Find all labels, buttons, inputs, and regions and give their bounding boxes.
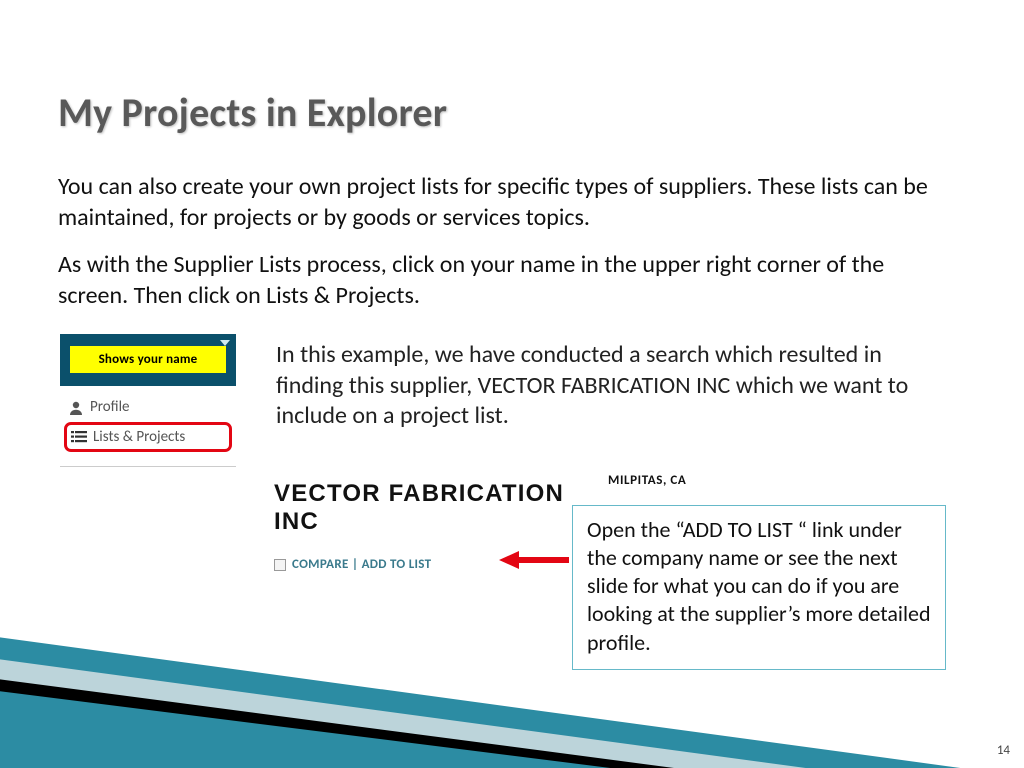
body-paragraph-1: You can also create your own project lis…: [58, 172, 948, 233]
user-menu-items: Profile Lists & Projects: [60, 386, 236, 467]
slide: My Projects in Explorer You can also cre…: [0, 0, 1024, 768]
list-icon: [71, 430, 87, 444]
user-icon: [68, 400, 84, 414]
menu-item-profile[interactable]: Profile: [64, 394, 232, 420]
compare-add-to-list-link[interactable]: COMPARE | ADD TO LIST: [292, 557, 431, 572]
user-menu-mock: Shows your name Profile Lists & Projects: [60, 334, 236, 467]
name-chip: Shows your name: [70, 346, 226, 373]
user-menu-header: Shows your name: [60, 334, 236, 386]
menu-item-lists-projects[interactable]: Lists & Projects: [64, 422, 232, 452]
page-number: 14: [997, 743, 1010, 758]
supplier-name: VECTOR FABRICATION INC: [274, 480, 574, 535]
body-paragraph-3: In this example, we have conducted a sea…: [276, 340, 916, 432]
callout-box: Open the “ADD TO LIST “ link under the c…: [572, 505, 946, 670]
callout-arrow-icon: [499, 551, 569, 569]
menu-item-label: Profile: [90, 398, 130, 416]
compare-checkbox[interactable]: [274, 559, 286, 571]
page-title: My Projects in Explorer: [58, 88, 447, 137]
menu-item-label: Lists & Projects: [93, 428, 185, 446]
supplier-location: MILPITAS, CA: [608, 473, 686, 488]
body-paragraph-2: As with the Supplier Lists process, clic…: [58, 250, 948, 311]
